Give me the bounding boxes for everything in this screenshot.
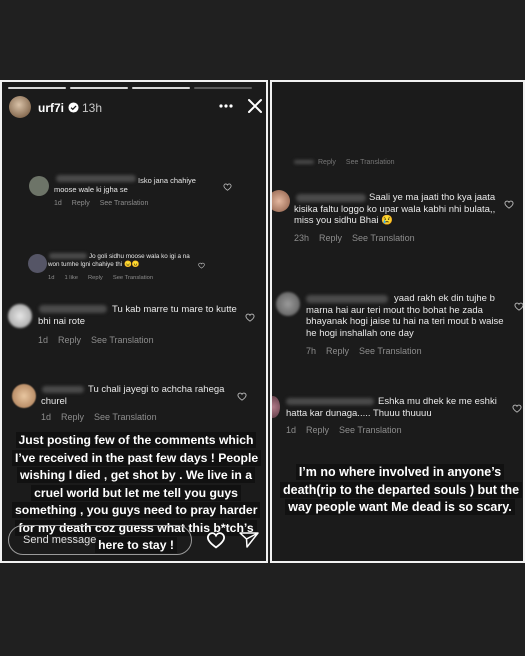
comment-meta: 1d Reply See Translation bbox=[38, 335, 164, 345]
story-right: Reply See Translation Saali ye ma jaati t… bbox=[270, 80, 525, 563]
comment-time: 1d bbox=[286, 425, 297, 435]
comment-text: Saali ye ma jaati tho kya jaata kisika f… bbox=[294, 192, 496, 227]
comment-time: 1d bbox=[48, 275, 55, 281]
reply-link[interactable]: Reply bbox=[58, 335, 81, 345]
comment-meta: 1d Reply See Translation bbox=[54, 200, 158, 207]
commenter-avatar bbox=[272, 190, 290, 212]
like-heart-icon[interactable] bbox=[245, 313, 255, 322]
profile-avatar[interactable] bbox=[9, 96, 31, 118]
close-icon[interactable] bbox=[247, 98, 263, 114]
verified-badge-icon bbox=[68, 102, 79, 113]
like-heart-icon[interactable] bbox=[237, 392, 247, 401]
like-heart-icon[interactable] bbox=[223, 183, 232, 191]
comment-time: 7h bbox=[306, 346, 317, 356]
see-translation-link[interactable]: See Translation bbox=[91, 335, 154, 345]
share-send-icon[interactable] bbox=[239, 531, 259, 549]
see-translation-link[interactable]: See Translation bbox=[339, 425, 402, 435]
see-translation-link[interactable]: See Translation bbox=[346, 159, 395, 166]
commenter-avatar bbox=[12, 384, 36, 408]
comment-time: 23h bbox=[294, 233, 310, 243]
commenter-avatar bbox=[272, 396, 280, 418]
like-heart-icon[interactable] bbox=[514, 302, 524, 311]
comment-time: 1d bbox=[54, 200, 62, 207]
comment-text: Tu kab marre tu mare to kutte bhi nai ro… bbox=[38, 304, 237, 327]
story-timestamp: 13h bbox=[82, 101, 103, 115]
reply-link[interactable]: Reply bbox=[326, 346, 349, 356]
reply-link[interactable]: Reply bbox=[61, 412, 84, 422]
like-story-icon[interactable] bbox=[206, 531, 226, 549]
send-message-placeholder: Send message bbox=[23, 534, 97, 546]
story-progress-segment bbox=[8, 87, 66, 89]
comment-text: Tu chali jayegi to achcha rahega churel bbox=[41, 384, 225, 407]
see-translation-link[interactable]: See Translation bbox=[359, 346, 422, 356]
reply-link[interactable]: Reply bbox=[306, 425, 329, 435]
see-translation-link[interactable]: See Translation bbox=[352, 233, 415, 243]
comment-meta: 23h Reply See Translation bbox=[294, 233, 425, 243]
like-count[interactable]: 1 like bbox=[64, 275, 78, 281]
story-caption: I’m no where involved in anyone’s death(… bbox=[280, 464, 523, 517]
comment-meta: 1d 1 like Reply See Translation bbox=[48, 275, 163, 281]
commenter-avatar bbox=[276, 292, 300, 316]
comment-meta: 1d Reply See Translation bbox=[286, 425, 412, 435]
story-progress-segment bbox=[70, 87, 128, 89]
like-heart-icon[interactable] bbox=[512, 404, 522, 413]
reply-link[interactable]: Reply bbox=[319, 233, 342, 243]
like-heart-icon[interactable] bbox=[198, 262, 205, 269]
reply-link[interactable]: Reply bbox=[88, 275, 103, 281]
reply-link[interactable]: Reply bbox=[318, 159, 336, 166]
comment-text: Isko jana chahiye moose wale ki jgha se bbox=[54, 176, 196, 195]
commenter-avatar bbox=[8, 304, 32, 328]
comment-time: 1d bbox=[38, 335, 49, 345]
see-translation-link[interactable]: See Translation bbox=[100, 200, 149, 207]
comment-time: 1d bbox=[41, 412, 52, 422]
commenter-avatar bbox=[28, 254, 47, 273]
story-left: urf7i 13h Isko jana chahiye moose wale k… bbox=[0, 80, 268, 563]
send-message-input[interactable]: Send message bbox=[8, 525, 192, 555]
story-progress-segment bbox=[194, 87, 252, 89]
reply-link[interactable]: Reply bbox=[72, 200, 90, 207]
comment-meta: 7h Reply See Translation bbox=[306, 346, 432, 356]
comment-text: yaad rakh ek din tujhe b marna hai aur t… bbox=[306, 293, 504, 339]
see-translation-link[interactable]: See Translation bbox=[94, 412, 157, 422]
blurred-text bbox=[294, 160, 314, 164]
comment-meta: 1d Reply See Translation bbox=[41, 412, 167, 422]
story-progress-segment bbox=[132, 87, 190, 89]
commenter-avatar bbox=[29, 176, 49, 196]
see-translation-link[interactable]: See Translation bbox=[113, 275, 153, 281]
like-heart-icon[interactable] bbox=[504, 200, 514, 209]
profile-username[interactable]: urf7i bbox=[38, 101, 64, 115]
caption-text: I’m no where involved in anyone’s death(… bbox=[280, 464, 523, 515]
comment-meta: Reply See Translation bbox=[318, 159, 405, 166]
comment-text: Jo goli sidhu moose wala ko igi a na won… bbox=[48, 253, 190, 268]
comment-text: Eshka mu dhek ke me eshki hatta kar duna… bbox=[286, 396, 497, 419]
more-options-icon[interactable] bbox=[219, 103, 233, 109]
